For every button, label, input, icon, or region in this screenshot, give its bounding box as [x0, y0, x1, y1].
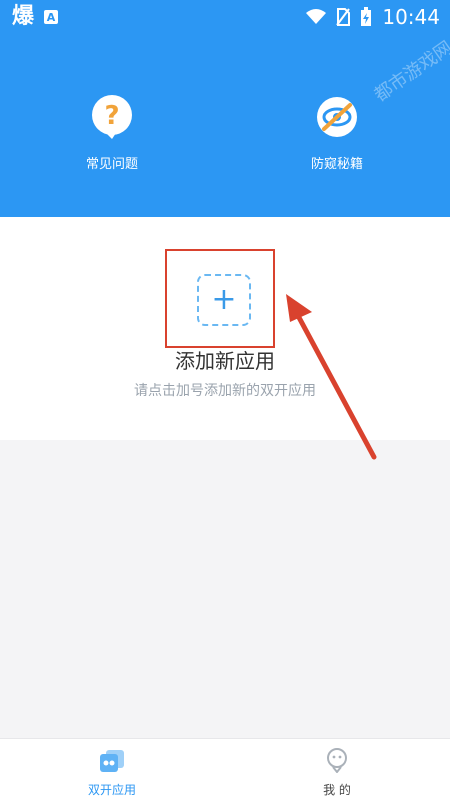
add-app-title: 添加新应用 [175, 349, 275, 373]
battery-charging-icon [361, 7, 372, 26]
svg-text:?: ? [104, 101, 119, 131]
add-app-button[interactable]: + [197, 274, 251, 326]
no-sim-icon [336, 8, 351, 26]
privacy-tips-label: 防窥秘籍 [310, 157, 363, 172]
dual-apps-icon [100, 750, 124, 772]
notification-icon: A [44, 10, 59, 24]
tab-dual-apps-label: 双开应用 [87, 783, 136, 797]
question-bubble-icon: ? [92, 95, 132, 139]
app-logo: 爆 [12, 4, 35, 29]
status-bar: 爆 A 10:44 [0, 0, 450, 34]
profile-icon [327, 748, 347, 774]
privacy-tips-button[interactable]: 防窥秘籍 [277, 95, 397, 172]
status-time: 10:44 [382, 5, 440, 29]
tab-profile-label: 我 的 [323, 783, 351, 797]
plus-icon: + [211, 282, 237, 317]
tab-profile[interactable]: 我 的 [277, 739, 397, 801]
tab-dual-apps[interactable]: 双开应用 [52, 739, 172, 801]
wifi-icon [306, 9, 327, 24]
no-eye-icon [317, 97, 357, 137]
bottom-nav: 双开应用 我 的 [0, 738, 450, 801]
faq-button[interactable]: ? 常见问题 [52, 95, 172, 172]
header: 爆 A 10:44 都市游戏网 ? 常见问题 防窥秘籍 [0, 0, 450, 217]
faq-label: 常见问题 [85, 157, 138, 172]
add-app-subtitle: 请点击加号添加新的双开应用 [134, 383, 316, 399]
